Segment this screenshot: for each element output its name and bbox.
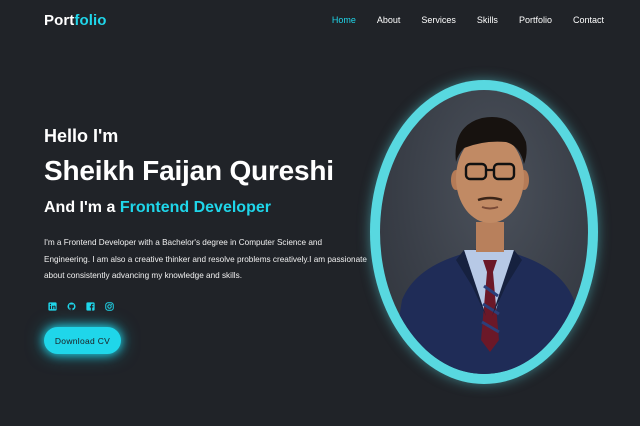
nav-link-skills[interactable]: Skills — [477, 15, 498, 25]
profile-photo — [380, 90, 588, 374]
nav-links: Home About Services Skills Portfolio Con… — [311, 15, 604, 25]
social-links — [44, 298, 120, 314]
hero-name: Sheikh Faijan Qureshi — [44, 155, 334, 186]
nav-link-about[interactable]: About — [377, 15, 401, 25]
logo-part-2: folio — [74, 12, 107, 29]
nav-link-contact[interactable]: Contact — [573, 15, 604, 25]
navbar: Portfolio Home About Services Skills Por… — [0, 0, 640, 40]
download-cv-button[interactable]: Download CV — [44, 327, 121, 354]
role-line: And I'm a Frontend Developer — [44, 199, 271, 217]
logo[interactable]: Portfolio — [44, 12, 107, 29]
github-icon[interactable] — [63, 298, 79, 314]
logo-part-1: Port — [44, 12, 75, 29]
role-highlight: Frontend Developer — [119, 199, 271, 216]
nav-link-portfolio[interactable]: Portfolio — [519, 15, 552, 25]
facebook-icon[interactable] — [82, 298, 98, 314]
nav-link-services[interactable]: Services — [421, 15, 456, 25]
greeting: Hello I'm — [44, 126, 119, 146]
nav-link-home[interactable]: Home — [332, 15, 356, 25]
instagram-icon[interactable] — [101, 298, 117, 314]
profile-photo-frame — [370, 80, 598, 384]
linkedin-icon[interactable] — [44, 298, 60, 314]
role-prefix: And I'm a — [44, 199, 116, 216]
bio-text: I'm a Frontend Developer with a Bachelor… — [44, 238, 367, 280]
